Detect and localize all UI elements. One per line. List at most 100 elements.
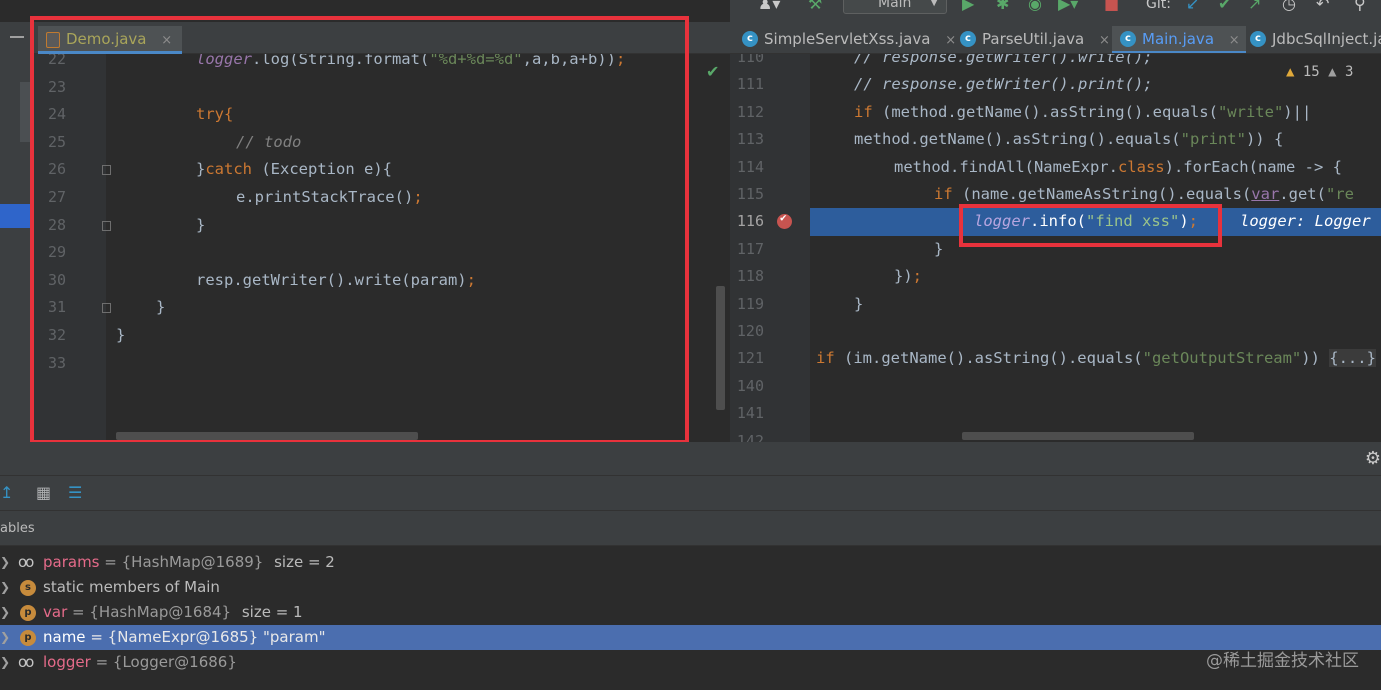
variable-text: var = {HashMap@1684} size = 1 [43,600,303,625]
variable-row-static[interactable]: ❯ s static members of Main [0,575,1381,600]
variable-name: var [43,603,68,621]
parameter-icon: p [20,630,36,646]
line-number: 118 [736,267,764,286]
expand-arrow-icon[interactable]: ❯ [0,575,10,600]
line-number: 114 [736,157,764,176]
code-text: }); [894,267,923,286]
git-push-icon[interactable]: ↗ [1248,0,1261,14]
java-class-icon: c [960,31,976,47]
tab-main-java[interactable]: c Main.java × [1112,26,1246,53]
tab-label: Main.java [1142,30,1215,48]
variable-text: name = {NameExpr@1685} "param" [43,625,325,650]
expand-arrow-icon[interactable]: ❯ [0,625,10,650]
tab-parseutil-java[interactable]: c ParseUtil.java × [952,26,1110,53]
line-number: 115 [736,185,764,203]
debug-tool-window: ⚙ ↥ ▦ ☰ ables ❯ oo params = {HashMap@168… [0,442,1381,690]
code-text: if (im.getName().asString().equals("getO… [816,349,1376,368]
table-view-icon[interactable]: ▦ [36,483,51,502]
horizontal-scrollbar[interactable] [962,432,1194,440]
history-icon[interactable]: ◷ [1282,0,1296,14]
variable-text: static members of Main [43,578,220,596]
variable-value: = {HashMap@1684} [72,603,232,621]
gear-icon[interactable]: ⚙ [1365,448,1381,469]
tab-jdbcsqlinject-java[interactable]: c JdbcSqlInject.java [1242,26,1381,53]
minimize-icon[interactable] [10,36,24,38]
profile-icon[interactable]: ▶▾ [1058,0,1078,14]
line-number: 119 [736,294,764,313]
line-number: 111 [736,75,764,94]
variable-text: params = {HashMap@1689} size = 2 [43,550,335,575]
java-class-icon: c [1250,31,1266,47]
line-number: 116 [736,212,764,231]
coverage-icon[interactable]: ◉ [1028,0,1042,14]
code-line: 118 }); [730,263,1381,290]
no-problems-check-icon: ✔ [706,62,720,81]
git-commit-icon[interactable]: ✔ [1218,0,1231,14]
code-text: method.findAll(NameExpr.class).forEach(n… [894,157,1342,176]
line-number: 112 [736,102,764,121]
variable-row-name[interactable]: ❯ p name = {NameExpr@1685} "param" [0,625,1381,650]
stop-icon[interactable]: ■ [1104,0,1119,14]
git-update-icon[interactable]: ↙ [1186,0,1199,14]
variables-title: ables [0,512,1381,546]
code-line: 114 method.findAll(NameExpr.class).forEa… [730,154,1381,181]
variable-extra: size = 1 [241,603,303,621]
build-hammer-icon[interactable]: ⚒ [808,0,822,14]
parameter-icon: p [20,605,36,621]
variable-name: params [43,553,100,571]
variable-value: = {Logger@1686} [95,653,237,671]
java-class-icon: c [742,31,758,47]
tab-label: JdbcSqlInject.java [1272,30,1381,48]
variable-name: name [43,628,86,646]
line-number: 141 [736,404,764,423]
tab-simpleservletxss-java[interactable]: c SimpleServletXss.java × [734,26,956,53]
code-line: 120 [730,318,1381,345]
code-text: if (method.getName().asString().equals("… [854,102,1312,121]
left-tool-strip [0,22,30,442]
code-line: 140 [730,373,1381,400]
code-text: } [854,294,864,313]
debug-toolbar: ↥ ▦ ☰ [0,477,1381,511]
highlight-box-left-editor [30,16,689,444]
right-code-editor[interactable]: ▲ 15 ▲ 3 110 // response.getWriter().wri… [730,54,1381,442]
project-tree-selection [0,204,30,228]
search-icon[interactable]: ⚲ [1354,0,1366,14]
debug-icon[interactable]: ✱ [996,0,1009,14]
line-number: 140 [736,376,764,395]
expand-arrow-icon[interactable]: ❯ [0,600,10,625]
expand-arrow-icon[interactable]: ❯ [0,650,10,675]
layout-icon[interactable]: ☰ [68,483,82,502]
code-line: 113 method.getName().asString().equals("… [730,126,1381,153]
frames-filter-icon[interactable]: ↥ [0,483,13,502]
git-label: Git: [1146,0,1171,12]
watermark: @稀土掘金技术社区 [1206,651,1359,671]
static-field-icon: s [20,580,36,596]
highlight-box-logger-info [959,204,1222,247]
run-icon[interactable]: ▶ [962,0,974,14]
rollback-icon[interactable]: ↶ [1316,0,1329,14]
code-text: // response.getWriter().write(); [854,54,1153,66]
line-number: 142 [736,431,764,442]
user-icon[interactable]: ♟▾ [758,0,780,14]
variable-text: logger = {Logger@1686} [43,650,237,675]
debug-header: ⚙ [0,442,1381,476]
main-toolbar: ♟▾ ⚒ Main ▼ ▶ ✱ ◉ ▶▾ ■ Git: ↙ ✔ ↗ ◷ ↶ ⚲ [730,0,1381,22]
watch-glasses-icon: oo [18,653,34,671]
close-tab-icon[interactable]: × [1099,33,1110,48]
variable-name: logger [43,653,91,671]
expand-arrow-icon[interactable]: ❯ [0,550,10,575]
run-configuration-select[interactable]: Main ▼ [843,0,947,14]
variable-extra: size = 2 [274,553,335,571]
code-line: 110 // response.getWriter().write(); [730,54,1381,71]
vertical-scrollbar[interactable] [716,286,725,410]
variable-row-params[interactable]: ❯ oo params = {HashMap@1689} size = 2 [0,550,1381,575]
variable-row-logger[interactable]: ❯ oo logger = {Logger@1686} [0,650,1381,675]
variable-row-var[interactable]: ❯ p var = {HashMap@1684} size = 1 [0,600,1381,625]
right-editor-tabbar: c SimpleServletXss.java × c ParseUtil.ja… [730,22,1381,54]
variables-list[interactable]: ❯ oo params = {HashMap@1689} size = 2 ❯ … [0,546,1381,690]
line-number: 113 [736,130,764,149]
chevron-down-icon: ▼ [930,0,938,8]
close-tab-icon[interactable]: × [1229,33,1240,48]
run-config-label: Main [878,0,912,11]
code-line: 119 } [730,291,1381,318]
